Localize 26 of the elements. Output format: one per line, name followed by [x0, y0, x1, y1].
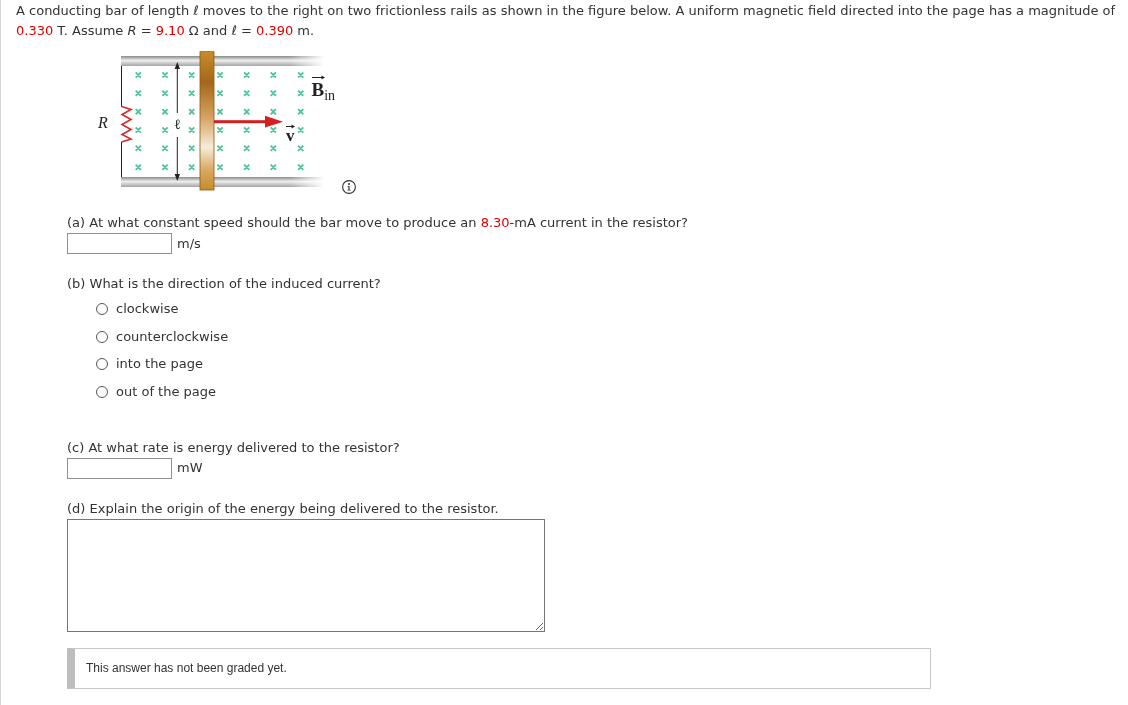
unit-label: mW	[177, 459, 203, 478]
question-text: (c) At what rate is energy delivered to the resistor?	[67, 438, 400, 457]
question-text: (a) At what constant speed should the bar move to produce an 8.30-mA current in the resistor?	[67, 214, 688, 232]
radio-button[interactable]	[96, 385, 108, 398]
radio-button[interactable]	[96, 330, 108, 343]
unit-label: m/s	[177, 234, 201, 253]
option-label[interactable]: out of the page	[116, 381, 217, 402]
vector-arrow-icon	[286, 123, 295, 129]
feedback-text: This answer has not been graded yet.	[86, 661, 287, 676]
info-icon[interactable]	[342, 180, 356, 194]
option-label[interactable]: counterclockwise	[116, 326, 229, 347]
vector-arrow-icon	[311, 75, 325, 80]
velocity-label: v	[286, 128, 295, 143]
question-text: (d) Explain the origin of the energy being delivered to the resistor.	[67, 499, 500, 518]
answer-field[interactable]	[67, 233, 172, 254]
length-label: ℓ	[173, 115, 181, 133]
question-text: (b) What is the direction of the induced current?	[67, 275, 381, 293]
resistor-label: R	[98, 114, 108, 133]
problem-text: A conducting bar of length ℓ moves to the right on two frictionless rails as shown in the figure below. A uniform magnetic field directed into the page has a magnitude of 0.330 T. Assume R = 9.10 Ω and ℓ = 0.390 m.	[16, 2, 1117, 40]
option-label[interactable]: clockwise	[116, 299, 179, 319]
option-label[interactable]: into the page	[116, 354, 203, 375]
radio-button[interactable]	[96, 358, 108, 371]
answer-box[interactable]	[67, 518, 545, 632]
field-label: B$_{in}$	[311, 80, 336, 99]
radio-button[interactable]	[96, 303, 108, 315]
answer-field[interactable]	[67, 457, 172, 479]
